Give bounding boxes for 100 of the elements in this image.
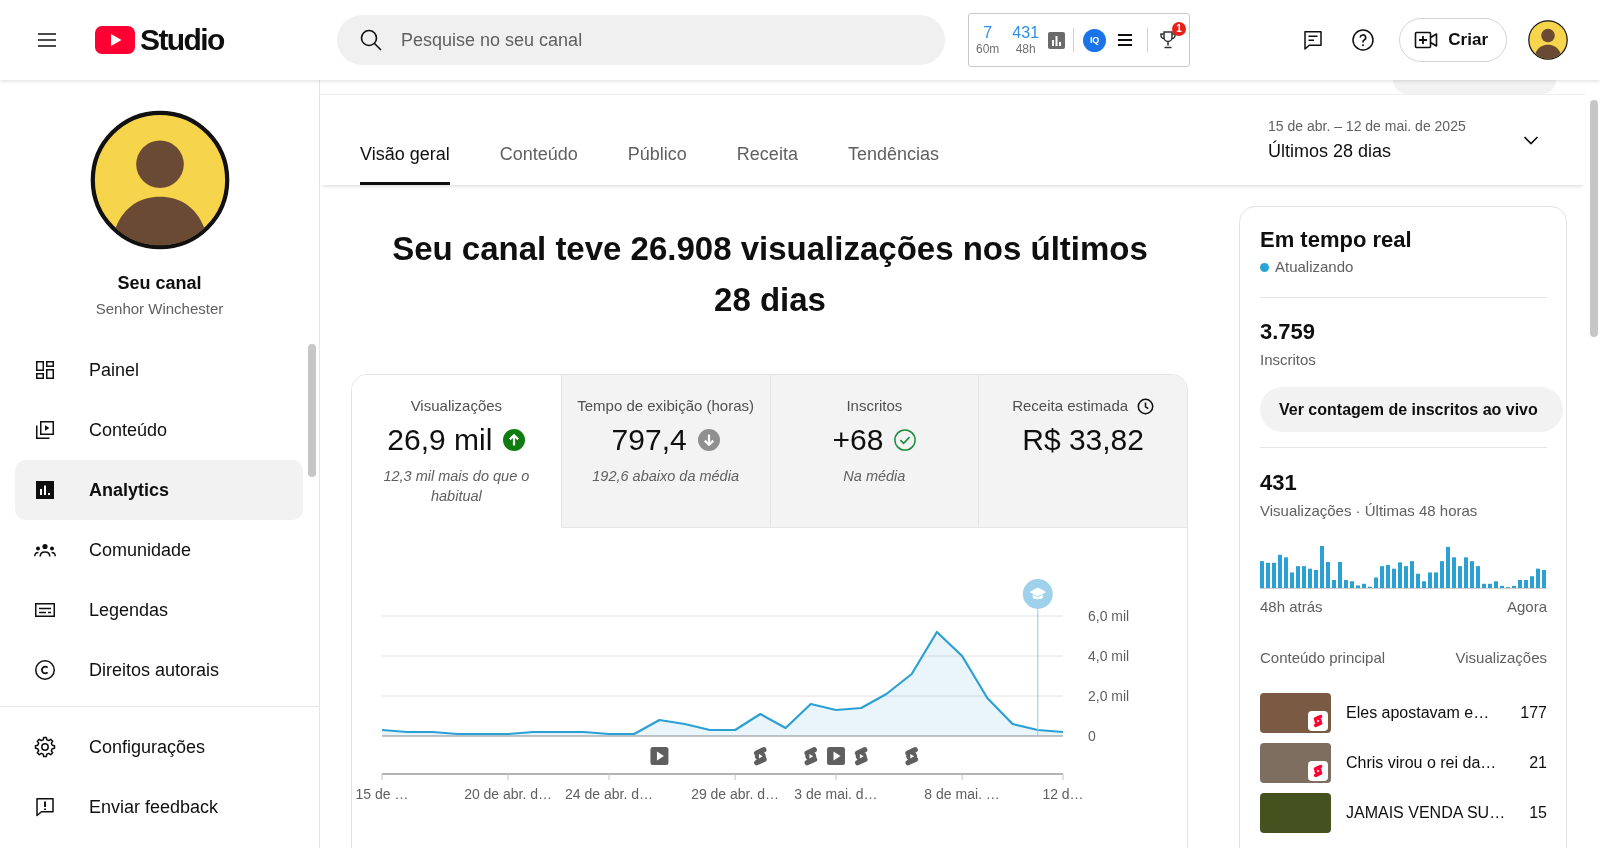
shorts-marker-icon[interactable] xyxy=(905,747,919,766)
scrollbar-thumb[interactable] xyxy=(1590,100,1598,337)
views-bar[interactable] xyxy=(1458,566,1462,588)
views-bar[interactable] xyxy=(1338,561,1342,588)
y-axis-label: 4,0 mil xyxy=(1088,648,1130,664)
views-bar[interactable] xyxy=(1440,561,1444,588)
nav-item[interactable]: Configurações xyxy=(15,717,303,777)
nav-item[interactable]: Analytics xyxy=(15,460,303,520)
views-bar[interactable] xyxy=(1476,566,1480,588)
iq-logo-button[interactable]: IQ xyxy=(1083,28,1107,52)
nav-item[interactable]: Conteúdo xyxy=(15,400,303,460)
views-bar[interactable] xyxy=(1488,583,1492,588)
views-bar[interactable] xyxy=(1434,572,1438,588)
shorts-marker-icon[interactable] xyxy=(804,747,818,766)
play-marker-icon[interactable] xyxy=(650,747,669,765)
views-bar[interactable] xyxy=(1302,566,1306,588)
views-bar[interactable] xyxy=(1446,546,1450,588)
views-bar[interactable] xyxy=(1308,568,1312,588)
views-bar[interactable] xyxy=(1470,561,1474,588)
column-header: Conteúdo principal xyxy=(1260,648,1386,668)
views-bar[interactable] xyxy=(1284,557,1288,588)
views-bar[interactable] xyxy=(1380,566,1384,588)
bar-chart-icon xyxy=(33,478,57,502)
channel-avatar[interactable] xyxy=(89,110,230,250)
thumbnail-placeholder[interactable] xyxy=(1260,793,1331,833)
views-bar[interactable] xyxy=(1542,569,1546,588)
views-bar[interactable] xyxy=(1296,566,1300,588)
card-title: Em tempo real xyxy=(1260,226,1413,254)
create-button[interactable]: Criar xyxy=(1399,18,1507,62)
metric-value: 26,9 mil xyxy=(387,422,493,458)
views-bar[interactable] xyxy=(1260,561,1264,588)
shorts-marker-icon[interactable] xyxy=(854,747,868,766)
metric-label: Receita estimada xyxy=(1012,396,1129,416)
views-bar[interactable] xyxy=(1350,581,1354,588)
views-bar[interactable] xyxy=(1314,569,1318,588)
bar-chart-icon[interactable] xyxy=(1048,31,1066,49)
subscriber-label: Inscritos xyxy=(1260,350,1317,370)
tab[interactable]: Visão geral xyxy=(360,142,450,185)
views-label: Visualizações · Últimas 48 horas xyxy=(1260,501,1479,521)
views-bar[interactable] xyxy=(1482,583,1486,588)
metric-tab[interactable]: Tempo de exibição (horas) 797,4 192,6 abaixo da média xyxy=(560,375,770,528)
views-bar[interactable] xyxy=(1362,583,1366,588)
views-bar[interactable] xyxy=(1386,564,1390,588)
views-bar[interactable] xyxy=(1500,585,1504,588)
views-bar[interactable] xyxy=(1290,572,1294,588)
metric-label: Inscritos xyxy=(846,396,903,416)
thumbnail-placeholder[interactable] xyxy=(1260,693,1331,733)
views-bar[interactable] xyxy=(1272,562,1276,588)
studio-logo[interactable]: Studio xyxy=(95,23,224,57)
feedback-icon xyxy=(33,795,57,819)
live-count-button[interactable]: Ver contagem de inscritos ao vivo xyxy=(1260,387,1563,432)
views-bar[interactable] xyxy=(1278,554,1282,588)
views-bar[interactable] xyxy=(1422,581,1426,588)
thumbnail-placeholder[interactable] xyxy=(1260,743,1331,783)
tab[interactable]: Receita xyxy=(736,142,798,185)
views-bar[interactable] xyxy=(1326,561,1330,588)
views-bar[interactable] xyxy=(1416,573,1420,588)
views-bar[interactable] xyxy=(1428,572,1432,588)
views-bar[interactable] xyxy=(1398,562,1402,588)
video-title[interactable]: Eles apostavam e… xyxy=(1346,703,1521,723)
view-count: 21 xyxy=(1529,753,1547,773)
nav-item[interactable]: Legendas xyxy=(15,580,303,640)
views-bar[interactable] xyxy=(1530,576,1534,588)
views-bar[interactable] xyxy=(1494,581,1498,588)
views-bar[interactable] xyxy=(1512,585,1516,588)
metric-tab[interactable]: Inscritos +68 Na média xyxy=(769,375,979,528)
nav-item[interactable]: Comunidade xyxy=(15,520,303,580)
tab[interactable]: Público xyxy=(627,142,687,185)
views-bar[interactable] xyxy=(1374,577,1378,588)
y-axis-label: 0 xyxy=(1088,728,1096,744)
views-bar[interactable] xyxy=(1404,566,1408,588)
date-range-dropdown[interactable]: 15 de abr. – 12 de mai. de 2025 Últimos 28 dias xyxy=(1268,117,1543,163)
views-bar[interactable] xyxy=(1266,562,1270,588)
tab[interactable]: Tendências xyxy=(847,142,939,185)
video-title[interactable]: Chris virou o rei da… xyxy=(1346,753,1530,773)
nav-item[interactable]: Direitos autorais xyxy=(15,640,303,700)
nav-item[interactable]: Painel xyxy=(15,340,303,400)
nav-item[interactable]: Enviar feedback xyxy=(15,777,303,837)
tab[interactable]: Conteúdo xyxy=(499,142,578,185)
views-bar[interactable] xyxy=(1536,568,1540,588)
video-title[interactable]: JAMAIS VENDA SU… xyxy=(1346,803,1530,823)
notification-badge: 1 xyxy=(1172,22,1187,36)
metric-value: 797,4 xyxy=(611,422,687,458)
views-bar[interactable] xyxy=(1410,561,1414,588)
avatar-icon[interactable] xyxy=(1528,20,1568,60)
views-bar[interactable] xyxy=(1464,557,1468,588)
view-count: 177 xyxy=(1520,703,1547,723)
views-bar[interactable] xyxy=(1452,557,1456,588)
search-field[interactable]: Pesquise no seu canal xyxy=(337,15,945,65)
views-bar[interactable] xyxy=(1392,568,1396,588)
views-bar[interactable] xyxy=(1356,585,1360,588)
play-marker-icon[interactable] xyxy=(827,747,845,765)
scrollbar-thumb[interactable] xyxy=(308,344,316,477)
shorts-marker-icon[interactable] xyxy=(753,747,767,766)
search-icon[interactable] xyxy=(358,27,384,53)
help-icon[interactable] xyxy=(1351,28,1376,52)
header-button[interactable] xyxy=(1393,80,1556,94)
metric-tab[interactable]: Receita estimada R$ 33,82 xyxy=(978,375,1187,528)
trophy-icon[interactable] xyxy=(1158,29,1179,51)
graduation-cap-icon[interactable] xyxy=(1022,579,1053,609)
